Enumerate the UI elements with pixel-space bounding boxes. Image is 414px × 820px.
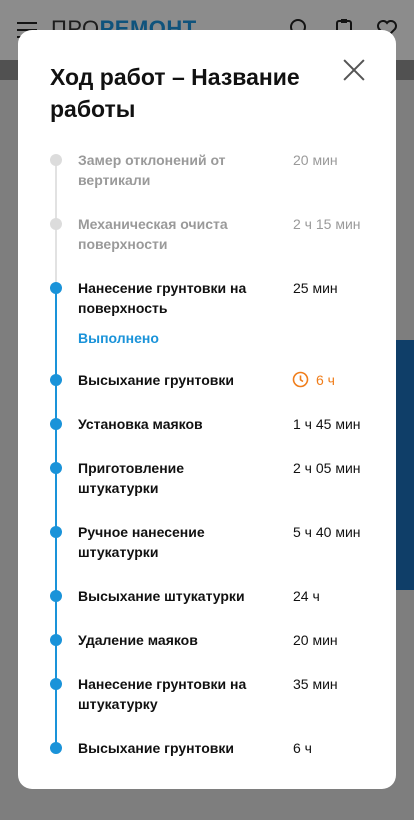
step-dot <box>50 742 62 754</box>
step-dot <box>50 218 62 230</box>
step-dot <box>50 634 62 646</box>
step-dot <box>50 282 62 294</box>
clock-icon <box>292 371 309 388</box>
step-duration: 6 ч <box>316 372 335 388</box>
step-dot <box>50 374 62 386</box>
step-duration: 1 ч 45 мин <box>293 416 361 432</box>
step-dot <box>50 418 62 430</box>
step-name: Высыхание грунтовки <box>78 372 235 388</box>
step-name: Нанесение грунтовки на поверхность <box>78 280 247 316</box>
step-name: Удаление маяков <box>78 632 198 648</box>
step-dot <box>50 678 62 690</box>
step-name: Приготовление штукатурки <box>78 460 185 496</box>
step-duration: 20 мин <box>293 152 338 168</box>
step-duration: 24 ч <box>293 588 320 604</box>
step-dot <box>50 526 62 538</box>
step-duration: 5 ч 40 мин <box>293 524 361 540</box>
status-completed: Выполнено <box>78 330 159 346</box>
work-progress-modal: Ход работ – Название работы Замер отклон… <box>18 30 396 789</box>
step-dot <box>50 590 62 602</box>
step-duration: 20 мин <box>293 632 338 648</box>
timeline: Замер отклонений от вертикали 20 мин Мех… <box>18 30 396 789</box>
step-duration: 35 мин <box>293 676 338 692</box>
step-name: Высыхание штукатурки <box>78 588 245 604</box>
step-name: Нанесение грунтовки на штукатурку <box>78 676 247 712</box>
step-name: Замер отклонений от вертикали <box>78 152 226 188</box>
step-dot <box>50 462 62 474</box>
step-duration: 2 ч 05 мин <box>293 460 361 476</box>
step-dot <box>50 154 62 166</box>
step-duration: 6 ч <box>293 740 312 756</box>
step-name: Ручное нанесение штукатурки <box>78 524 205 560</box>
step-duration: 25 мин <box>293 280 338 296</box>
step-name: Механическая очиста поверхности <box>78 216 228 252</box>
step-name: Установка маяков <box>78 416 203 432</box>
step-name: Высыхание грунтовки <box>78 740 235 756</box>
step-duration: 2 ч 15 мин <box>293 216 361 232</box>
